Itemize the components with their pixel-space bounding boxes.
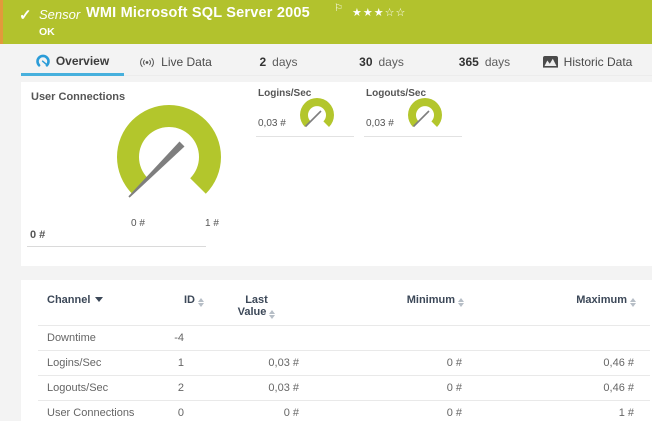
sensor-header: ✓ Sensor WMI Microsoft SQL Server 2005 ⚐… [0,0,652,44]
column-header-last-value-label: Last Value [238,294,268,318]
sort-icon [630,298,636,307]
channel-id: 2 [140,376,208,401]
user-connections-gauge[interactable]: User Connections 0 # 1 # 0 # [27,88,239,258]
logins-gauge-arc [298,96,336,134]
gauge-divider [27,246,206,247]
tab-30-days-number: 30 [359,55,372,69]
channel-minimum: 0 # [305,401,468,421]
area-chart-icon [543,56,558,68]
column-header-id-label: ID [184,294,195,306]
column-header-minimum[interactable]: Minimum [305,290,468,326]
channel-last-value: 0,03 # [208,376,305,401]
prtg-sensor-page: ✓ Sensor WMI Microsoft SQL Server 2005 ⚐… [0,0,652,421]
logouts-gauge[interactable]: Logouts/Sec 0,03 # [366,88,462,140]
column-header-id[interactable]: ID [140,290,208,326]
sensor-title: WMI Microsoft SQL Server 2005 [86,5,310,21]
channel-id: 1 [140,351,208,376]
column-header-channel[interactable]: Channel [38,290,140,326]
channel-maximum: 0,46 # [468,351,640,376]
flag-icon[interactable]: ⚐ [334,3,343,14]
sensor-kind-label: Sensor [39,7,80,22]
sort-desc-icon [95,297,103,302]
column-header-channel-label: Channel [47,294,90,306]
gauges-panel: User Connections 0 # 1 # 0 # Logins/Sec … [21,82,652,266]
channel-name[interactable]: Logouts/Sec [38,376,140,401]
channel-maximum [468,326,640,351]
tab-historic-data[interactable]: Historic Data [536,48,639,76]
table-row-logouts[interactable]: Logouts/Sec 2 0,03 # 0 # 0,46 # [38,376,650,401]
logouts-gauge-arc [406,96,444,134]
channel-minimum: 0 # [305,351,468,376]
channel-maximum: 0,46 # [468,376,640,401]
sort-icon [198,298,204,307]
channel-last-value [208,326,305,351]
gauge-min-label: 0 # [123,218,153,229]
priority-stars[interactable]: ★★★☆☆ [352,6,406,19]
channel-name[interactable]: Downtime [38,326,140,351]
tab-live-data-label: Live Data [161,55,212,69]
tab-historic-data-label: Historic Data [564,55,633,69]
table-row-logins[interactable]: Logins/Sec 1 0,03 # 0 # 0,46 # [38,351,650,376]
column-header-maximum-label: Maximum [576,294,627,306]
sort-icon [269,310,275,319]
user-connections-gauge-arc [114,102,224,214]
tab-live-data[interactable]: Live Data [124,48,227,76]
table-row-user-connections[interactable]: User Connections 0 0 # 0 # 1 # [38,401,650,421]
sort-icon [458,298,464,307]
tab-2-days-number: 2 [259,55,266,69]
header-accent-strip [0,0,3,44]
tab-bar: Overview Live Data 2 days 30 days 365 [21,48,652,76]
channel-last-value: 0 # [208,401,305,421]
tab-365-days-label: days [485,55,510,69]
status-check-icon: ✓ [19,6,32,24]
logouts-value: 0,03 # [366,118,394,129]
tab-2-days[interactable]: 2 days [227,48,330,76]
column-header-last-value[interactable]: Last Value [208,290,305,326]
tab-2-days-label: days [272,55,297,69]
channel-minimum: 0 # [305,376,468,401]
user-connections-gauge-title: User Connections [31,91,125,103]
table-row-downtime[interactable]: Downtime -4 [38,326,650,351]
channel-id: -4 [140,326,208,351]
logins-gauge[interactable]: Logins/Sec 0,03 # [258,88,354,140]
broadcast-icon [139,56,155,68]
channel-name[interactable]: User Connections [38,401,140,421]
user-connections-value: 0 # [30,229,45,241]
tab-365-days[interactable]: 365 days [433,48,536,76]
gauge-icon [36,54,50,68]
channels-panel: Channel ID Last Value Minimum Maximum [21,280,652,421]
table-header-row: Channel ID Last Value Minimum Maximum [38,290,650,326]
channel-minimum [305,326,468,351]
tab-overview[interactable]: Overview [21,48,124,76]
channel-maximum: 1 # [468,401,640,421]
column-header-minimum-label: Minimum [407,294,455,306]
tab-30-days-label: days [379,55,404,69]
column-header-maximum[interactable]: Maximum [468,290,640,326]
channel-last-value: 0,03 # [208,351,305,376]
channel-name[interactable]: Logins/Sec [38,351,140,376]
status-badge: OK [39,26,55,38]
gauge-divider [256,136,354,137]
logins-value: 0,03 # [258,118,286,129]
gauge-divider [364,136,462,137]
channel-id: 0 [140,401,208,421]
tab-30-days[interactable]: 30 days [330,48,433,76]
gauge-max-label: 1 # [197,218,227,229]
channels-table: Channel ID Last Value Minimum Maximum [38,290,650,421]
tab-overview-label: Overview [56,54,109,68]
tab-365-days-number: 365 [459,55,479,69]
